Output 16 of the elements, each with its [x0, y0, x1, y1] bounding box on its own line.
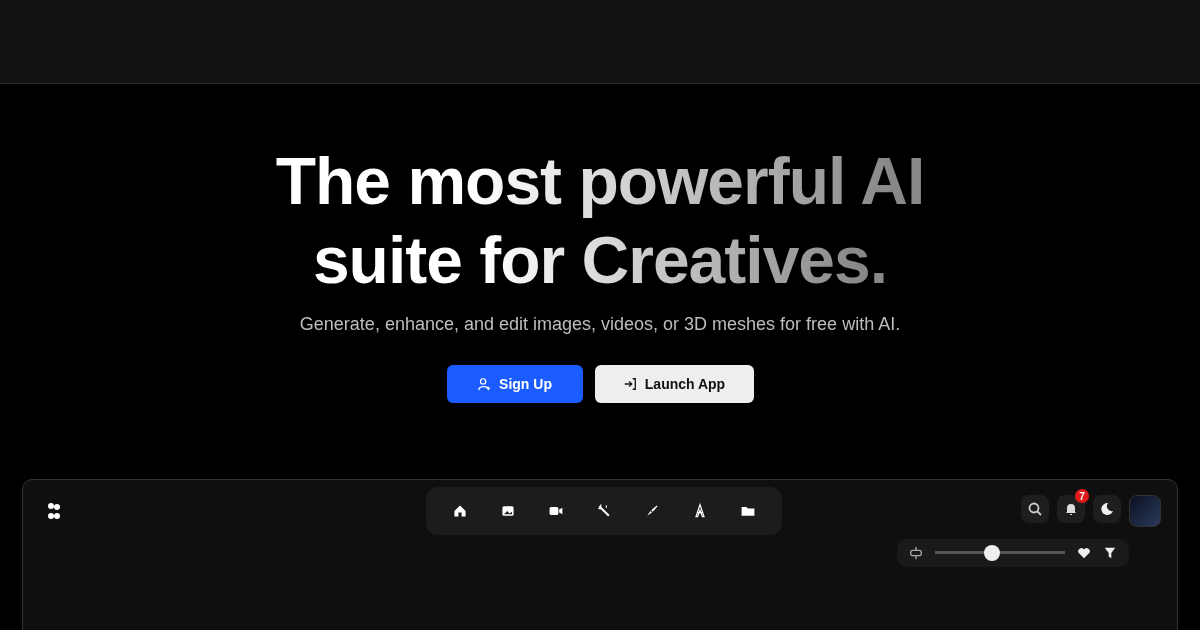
sign-up-button[interactable]: Sign Up: [446, 365, 583, 404]
home-icon: [452, 503, 468, 520]
search-button[interactable]: [1021, 495, 1049, 524]
heart-icon[interactable]: [1077, 546, 1091, 561]
filter-icon[interactable]: [1103, 546, 1117, 561]
logo-icon: [47, 502, 61, 521]
login-icon: [622, 377, 637, 392]
add-user-icon: [477, 377, 492, 392]
theme-toggle-button[interactable]: [1093, 495, 1121, 524]
moon-icon: [1099, 501, 1115, 518]
notification-badge: 7: [1075, 489, 1089, 504]
size-icon: [909, 546, 923, 561]
slider-thumb[interactable]: [984, 545, 1001, 562]
subtitle: Generate, enhance, and edit images, videos, or 3D meshes for free with AI.: [299, 314, 901, 336]
search-icon: [1027, 501, 1043, 518]
launch-app-button[interactable]: Launch App: [594, 365, 754, 404]
